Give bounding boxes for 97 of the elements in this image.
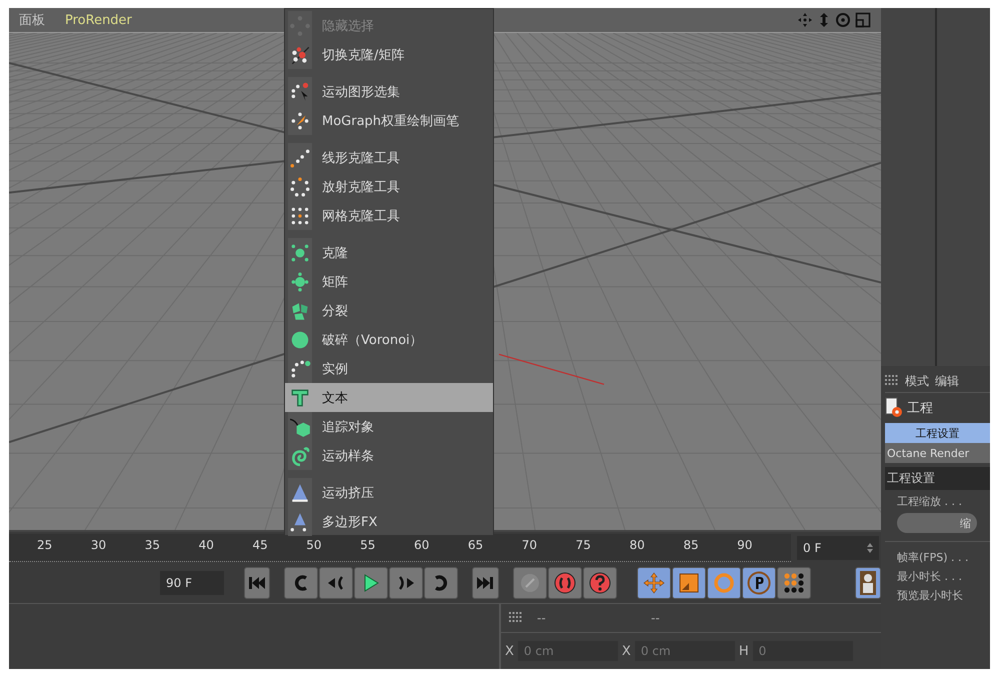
move-tool-button[interactable] xyxy=(636,567,671,600)
menu-item[interactable]: 克隆 xyxy=(285,238,493,267)
figure-icon xyxy=(858,570,878,596)
frame-number: 80 xyxy=(629,536,646,554)
help-button[interactable] xyxy=(582,567,617,600)
record-icon xyxy=(554,572,576,594)
grip-icon[interactable] xyxy=(509,612,523,624)
menu-item[interactable]: MoGraph权重绘制画笔 xyxy=(285,106,493,135)
swirl-icon xyxy=(289,444,311,466)
dot-grid-icon xyxy=(782,572,805,594)
frame-number: 50 xyxy=(306,536,323,554)
menu-item[interactable]: 追踪对象 xyxy=(285,412,493,441)
keyframe-button[interactable] xyxy=(512,567,547,600)
frame-number: 30 xyxy=(90,536,108,554)
menu-item[interactable]: 线形克隆工具 xyxy=(285,143,493,172)
rotate-tool-button[interactable] xyxy=(706,567,741,600)
axis-label: X xyxy=(505,644,514,658)
play-icon xyxy=(363,574,380,592)
menu-item[interactable]: 面板 xyxy=(19,11,45,29)
frame-number: 75 xyxy=(576,536,592,554)
diagonal-dots-icon xyxy=(289,146,311,168)
axis-label: X xyxy=(622,644,631,658)
brush-icon xyxy=(289,110,311,132)
scale-square-icon xyxy=(678,573,699,594)
axis-label: H xyxy=(738,644,749,658)
question-icon xyxy=(588,572,611,594)
object-title: 工程 xyxy=(907,400,933,417)
document-gear-icon xyxy=(885,397,903,419)
frame-number: 65 xyxy=(468,536,484,554)
rotate-arrows-icon xyxy=(712,572,735,594)
menu-item[interactable]: 实例 xyxy=(285,354,493,383)
column-header: -- xyxy=(651,611,661,625)
previous-key-button[interactable] xyxy=(284,567,318,600)
scale-tool-button[interactable] xyxy=(672,567,706,600)
spinner-arrows-icon[interactable] xyxy=(867,542,873,553)
rotate-view-icon[interactable] xyxy=(835,12,851,28)
step-back-button[interactable] xyxy=(319,567,354,600)
menu-item[interactable]: 编辑 xyxy=(935,372,959,390)
p-circle-icon xyxy=(746,571,771,596)
skip-end-icon xyxy=(476,576,494,590)
frame-number: 45 xyxy=(252,536,269,554)
autokey-button[interactable] xyxy=(548,567,582,600)
play-button[interactable] xyxy=(354,567,388,600)
field-label: 工程缩放 . . . xyxy=(896,494,963,509)
field-label: 最小时长 . . . xyxy=(896,569,963,584)
go-to-end-button[interactable] xyxy=(472,567,499,600)
scale-button[interactable]: 缩 xyxy=(897,513,977,533)
dot-cross-icon xyxy=(289,270,311,292)
menu-item[interactable]: 破碎（Voronoi） xyxy=(285,325,493,354)
current-frame-field[interactable]: 0 F xyxy=(797,536,879,560)
next-key-button[interactable] xyxy=(424,567,458,600)
step-forward-button[interactable] xyxy=(389,567,424,600)
frame-number: 40 xyxy=(198,536,215,554)
dot-cluster-icon xyxy=(289,242,311,264)
frame-number: 70 xyxy=(522,536,538,554)
frame-number: 85 xyxy=(683,536,700,554)
dot-grid-tool-button[interactable] xyxy=(776,567,811,600)
move-view-icon[interactable] xyxy=(797,12,813,28)
frame-number: 90 xyxy=(737,536,754,554)
step-forward-icon xyxy=(397,575,416,592)
menu-item[interactable]: 分裂 xyxy=(285,296,493,325)
step-back-icon xyxy=(327,575,346,592)
dot-arc-icon xyxy=(289,358,311,380)
field-label: 预览最小时长 xyxy=(896,588,964,603)
render-view-button[interactable] xyxy=(854,567,881,600)
menu-item[interactable]: 文本 xyxy=(285,383,493,412)
frame-number: 55 xyxy=(360,536,376,554)
menu-item[interactable]: 运动图形选集 xyxy=(285,77,493,106)
frame-number: 60 xyxy=(414,536,430,554)
timeline-ruler[interactable]: 25 30 35 40 45 50 55 60 65 70 75 80 85 90 xyxy=(9,534,791,562)
go-to-start-button[interactable] xyxy=(244,567,270,600)
menu-item[interactable]: 矩阵 xyxy=(285,267,493,296)
key-icon xyxy=(520,573,540,594)
letter-t-icon xyxy=(289,386,311,408)
section-header: 工程设置 xyxy=(885,467,990,490)
parameter-tool-button[interactable] xyxy=(742,567,776,600)
frame-number: 35 xyxy=(144,536,161,554)
frame-number: 25 xyxy=(37,536,54,554)
column-header: -- xyxy=(537,611,547,625)
menu-item[interactable]: 放射克隆工具 xyxy=(285,172,493,201)
tab[interactable]: 工程设置 xyxy=(885,423,990,443)
menu-item[interactable]: 切换克隆/矩阵 xyxy=(285,40,493,69)
menu-item[interactable]: 模式 xyxy=(905,372,929,390)
skip-start-icon xyxy=(248,576,266,590)
menu-item[interactable]: ProRender xyxy=(65,12,132,28)
faded-dots-icon xyxy=(289,14,311,36)
dot-ring-icon xyxy=(289,176,311,198)
move-arrows-icon xyxy=(642,572,665,594)
menu-item[interactable]: 网格克隆工具 xyxy=(285,201,493,230)
menu-item[interactable]: 运动挤压 xyxy=(285,478,493,507)
cube-icon xyxy=(289,416,311,438)
menu-item[interactable]: 运动样条 xyxy=(285,441,493,470)
field-label: 帧率(FPS) . . . xyxy=(896,550,970,565)
maximize-view-icon[interactable] xyxy=(855,12,871,28)
end-frame-field[interactable]: 90 F xyxy=(160,571,224,596)
grip-icon[interactable] xyxy=(885,375,899,387)
menu-item[interactable]: 多边形FX xyxy=(285,507,493,536)
